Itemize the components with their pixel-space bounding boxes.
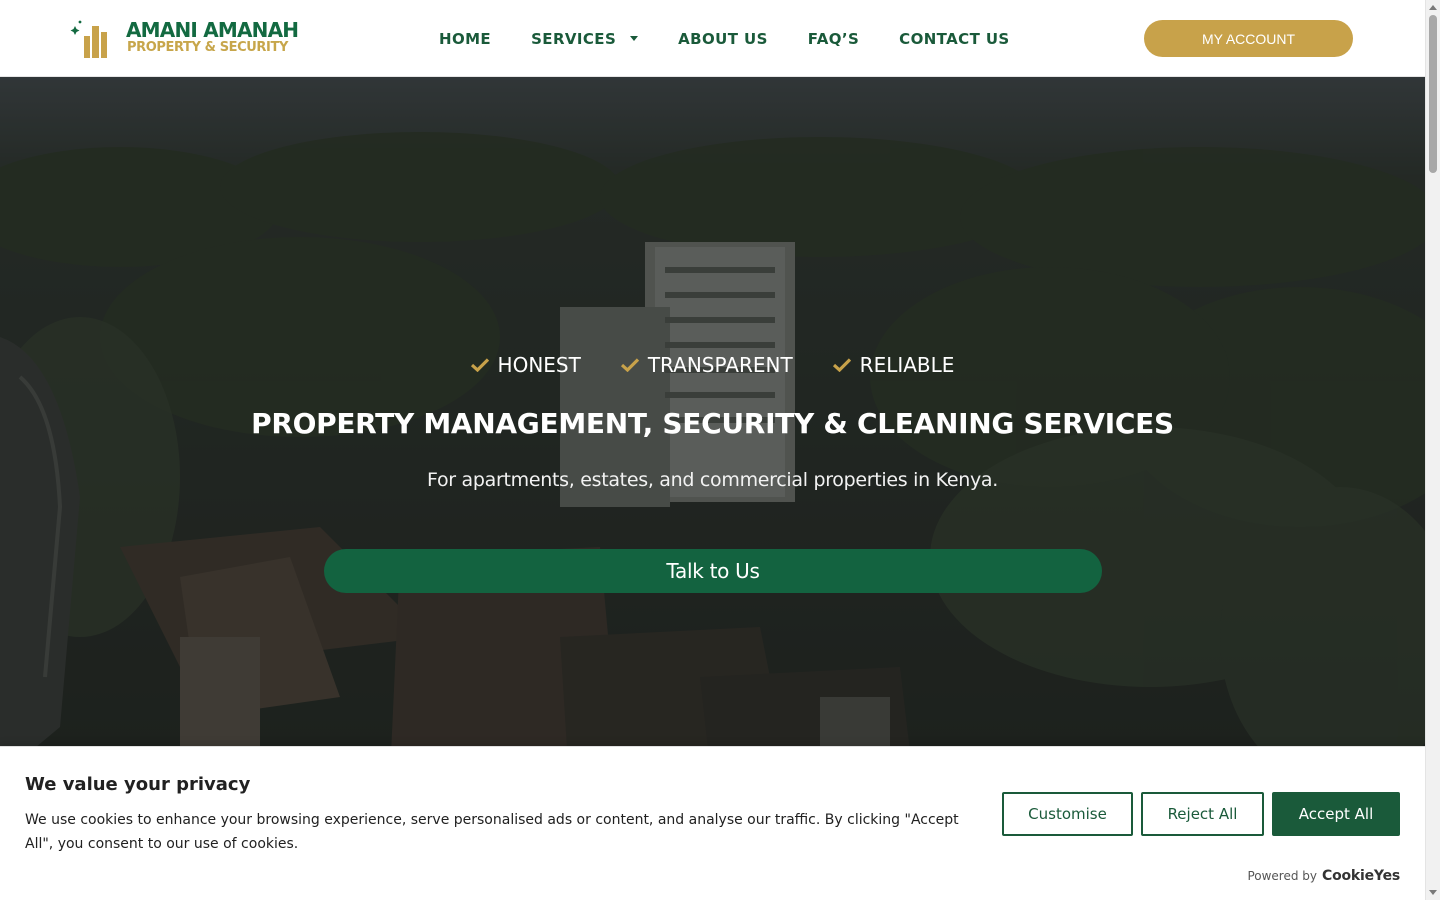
- customise-button[interactable]: Customise: [1002, 792, 1133, 836]
- cookieyes-logo[interactable]: CookieYes: [1322, 868, 1400, 884]
- nav-services[interactable]: SERVICES: [511, 22, 658, 56]
- value-label: HONEST: [497, 353, 581, 377]
- page-scrollbar[interactable]: [1425, 0, 1440, 900]
- reject-all-button[interactable]: Reject All: [1141, 792, 1264, 836]
- nav-services-label: SERVICES: [531, 29, 617, 48]
- main-nav: HOME SERVICES ABOUT US FAQ’S CONTACT US: [419, 0, 1030, 77]
- cookie-title: We value your privacy: [25, 774, 251, 795]
- value-item: RELIABLE: [832, 353, 955, 377]
- nav-contact-label: CONTACT US: [899, 29, 1010, 48]
- scrollbar-thumb[interactable]: [1429, 15, 1437, 173]
- value-item: HONEST: [470, 353, 581, 377]
- site-logo[interactable]: AMANI AMANAH PROPERTY & SECURITY: [70, 12, 300, 66]
- logo-tagline: PROPERTY & SECURITY: [127, 40, 288, 55]
- chevron-down-icon: [630, 36, 639, 41]
- logo-name: AMANI AMANAH: [126, 18, 299, 42]
- check-icon: [832, 358, 851, 372]
- my-account-button[interactable]: MY ACCOUNT: [1144, 20, 1353, 57]
- talk-to-us-button[interactable]: Talk to Us: [324, 549, 1102, 593]
- accept-all-button[interactable]: Accept All: [1272, 792, 1400, 836]
- nav-faqs[interactable]: FAQ’S: [788, 22, 879, 56]
- hero-title: PROPERTY MANAGEMENT, SECURITY & CLEANING…: [251, 407, 1174, 440]
- value-label: TRANSPARENT: [647, 353, 793, 377]
- cookie-banner: We value your privacy We use cookies to …: [0, 746, 1425, 900]
- building-crescent-logo-icon: [70, 20, 120, 65]
- nav-contact-us[interactable]: CONTACT US: [879, 22, 1029, 56]
- check-icon: [470, 358, 489, 372]
- value-label: RELIABLE: [859, 353, 955, 377]
- cookie-text: We use cookies to enhance your browsing …: [25, 812, 959, 852]
- hero-subtitle: For apartments, estates, and commercial …: [427, 469, 998, 491]
- value-list: HONEST TRANSPARENT RELIABLE: [0, 353, 1425, 377]
- scroll-down-icon[interactable]: [1429, 890, 1437, 895]
- nav-home[interactable]: HOME: [419, 22, 511, 56]
- scroll-up-icon[interactable]: [1429, 5, 1437, 10]
- check-icon: [620, 358, 639, 372]
- value-item: TRANSPARENT: [620, 353, 793, 377]
- nav-about-label: ABOUT US: [678, 29, 768, 48]
- nav-about-us[interactable]: ABOUT US: [658, 22, 788, 56]
- site-header: AMANI AMANAH PROPERTY & SECURITY HOME SE…: [0, 0, 1425, 77]
- powered-by-label: Powered by: [1247, 869, 1317, 883]
- nav-home-label: HOME: [439, 29, 492, 48]
- powered-by: Powered by CookieYes: [1247, 868, 1400, 884]
- nav-faqs-label: FAQ’S: [807, 29, 860, 48]
